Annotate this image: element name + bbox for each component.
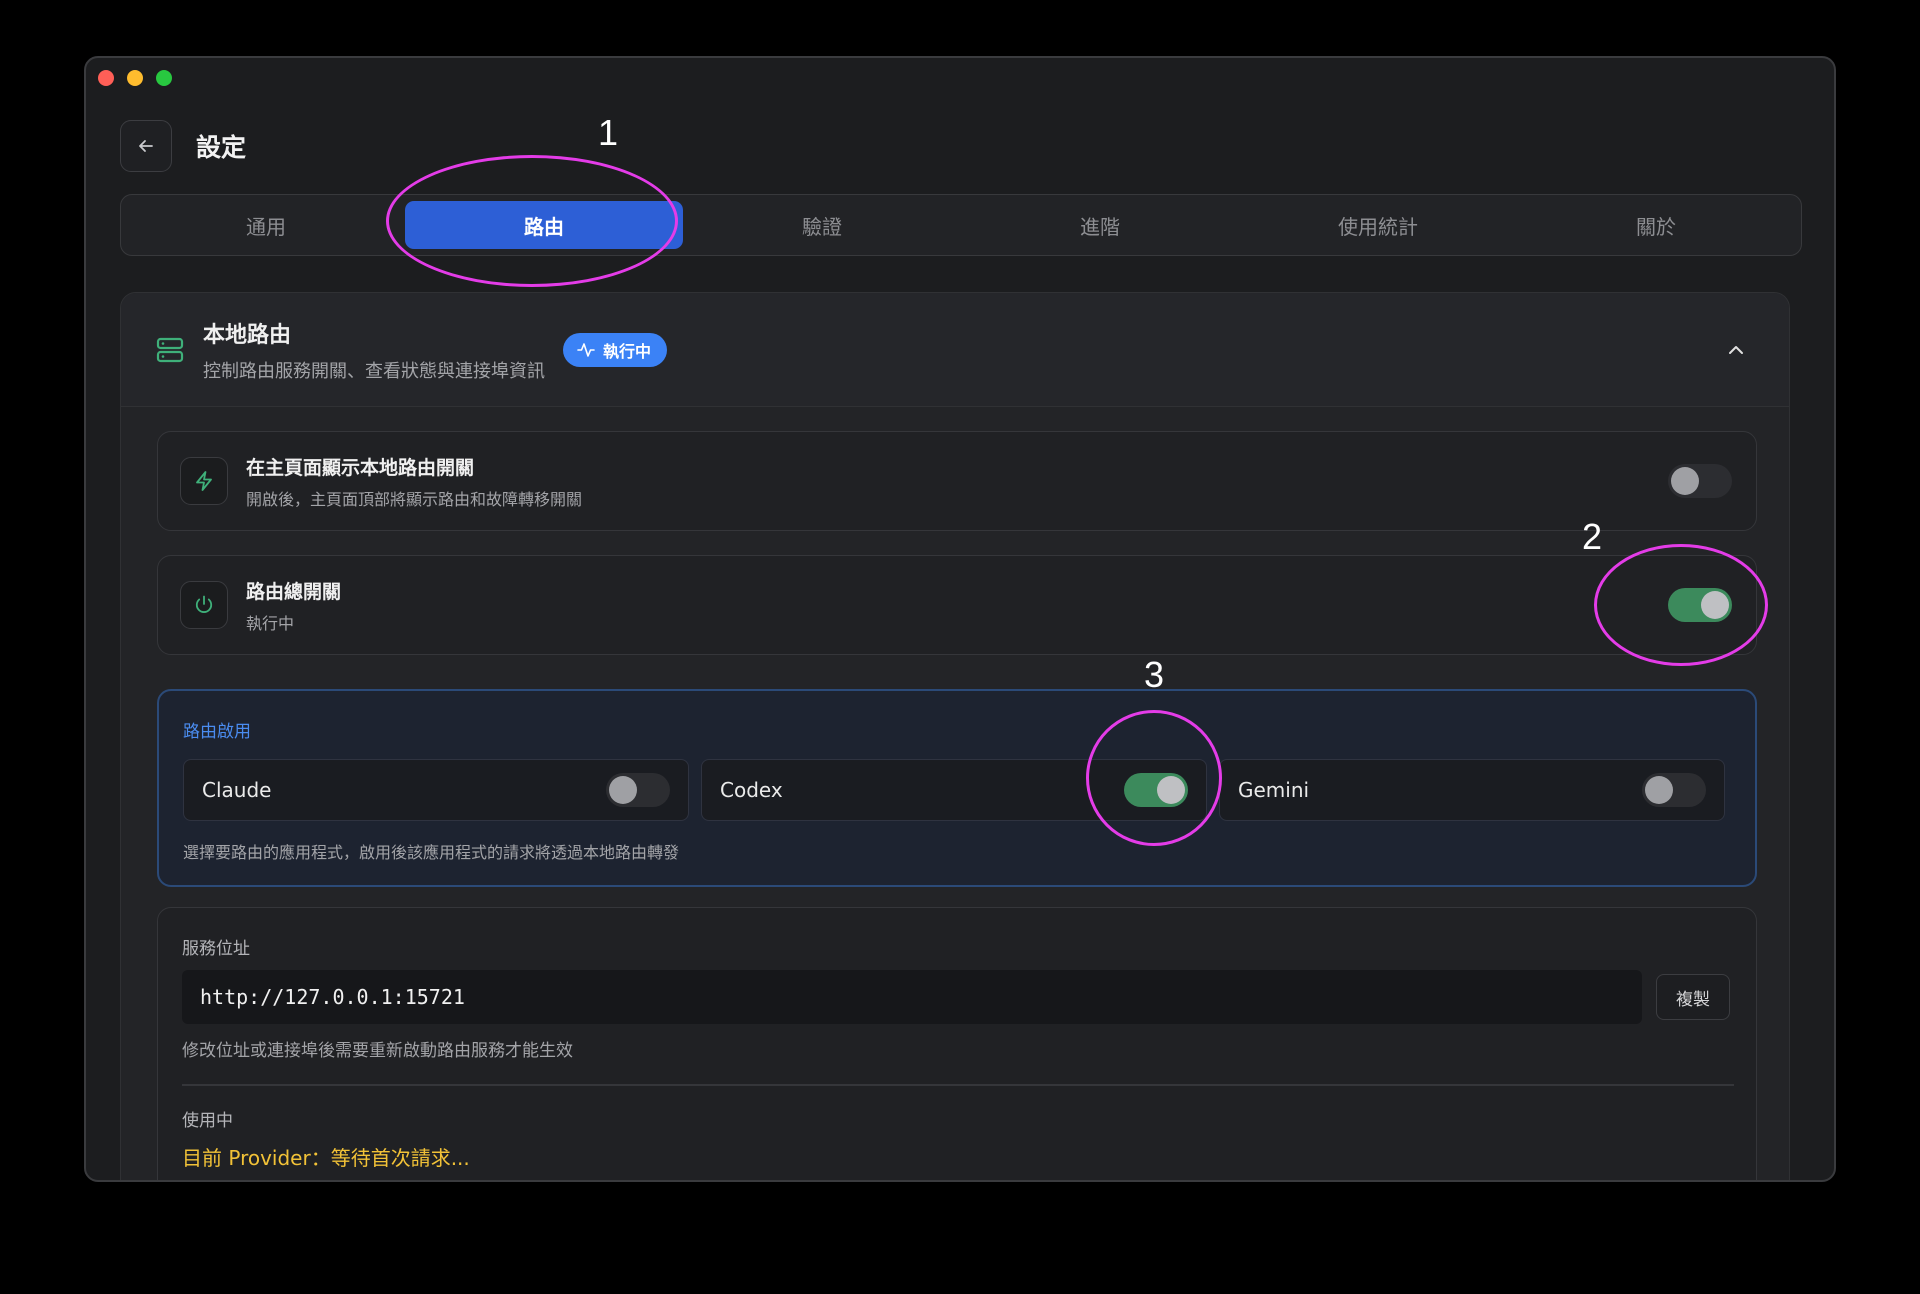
gemini-toggle[interactable]: [1642, 773, 1706, 807]
lightning-icon: [180, 457, 228, 505]
section-subtitle: 控制路由服務開關、查看狀態與連接埠資訊: [203, 360, 545, 382]
show-toggle-row: 在主頁面顯示本地路由開關 開啟後，主頁面頂部將顯示路由和故障轉移開關: [157, 431, 1757, 531]
app-name: Codex: [720, 778, 783, 802]
master-switch-row: 路由總開關 執行中: [157, 555, 1757, 655]
tab-bar: 通用 路由 驗證 進階 使用統計 關於: [120, 194, 1802, 256]
service-address-field[interactable]: http://127.0.0.1:15721: [182, 970, 1642, 1024]
annotation-ellipse-3: [1086, 710, 1222, 846]
section-text: 本地路由 控制路由服務開關、查看狀態與連接埠資訊: [203, 317, 545, 383]
annotation-label-1: 1: [598, 112, 619, 153]
service-address-label: 服務位址: [182, 939, 250, 959]
local-routing-card: 本地路由 控制路由服務開關、查看狀態與連接埠資訊 執行中 在主頁面顯示本地路由開…: [120, 292, 1790, 1180]
show-toggle-title: 在主頁面顯示本地路由開關: [246, 456, 475, 479]
screen: 設定 通用 路由 驗證 進階 使用統計 關於 本地路由 控制路由服務開關、查看狀…: [0, 0, 1920, 1294]
power-icon: [180, 581, 228, 629]
annotation-label-3: 3: [1144, 654, 1165, 695]
activity-icon: [577, 342, 595, 357]
window-controls: [98, 70, 172, 86]
tab-auth[interactable]: 驗證: [683, 201, 961, 249]
claude-toggle[interactable]: [606, 773, 670, 807]
annotation-ellipse-1: [386, 155, 678, 287]
app-routing-note: 選擇要路由的應用程式，啟用後該應用程式的請求將透過本地路由轉發: [183, 843, 680, 862]
app-routing-panel: 路由啟用 Claude Codex Gemini 選擇要路由的應用程式，啟用後該…: [157, 689, 1757, 887]
local-routing-header[interactable]: 本地路由 控制路由服務開關、查看狀態與連接埠資訊 執行中: [121, 293, 1789, 407]
close-window-button[interactable]: [98, 70, 114, 86]
current-provider-text: 目前 Provider：等待首次請求...: [182, 1146, 470, 1170]
app-routing-label: 路由啟用: [183, 722, 251, 742]
master-switch-title: 路由總開關: [246, 580, 342, 603]
annotation-ellipse-2: [1594, 544, 1768, 666]
tab-about[interactable]: 關於: [1517, 201, 1795, 249]
annotation-label-2: 2: [1582, 516, 1603, 557]
divider: [182, 1084, 1734, 1086]
app-tile-claude: Claude: [183, 759, 689, 821]
service-address-note: 修改位址或連接埠後需要重新啟動路由服務才能生效: [182, 1041, 573, 1061]
master-switch-subtitle: 執行中: [246, 613, 295, 633]
page-title: 設定: [196, 133, 247, 162]
header: 設定: [120, 120, 246, 172]
minimize-window-button[interactable]: [127, 70, 143, 86]
tab-advanced[interactable]: 進階: [961, 201, 1239, 249]
service-address-panel: 服務位址 http://127.0.0.1:15721 複製 修改位址或連接埠後…: [157, 907, 1757, 1180]
show-toggle-switch[interactable]: [1668, 464, 1732, 498]
zoom-window-button[interactable]: [156, 70, 172, 86]
arrow-left-icon: [139, 140, 153, 152]
app-name: Claude: [202, 778, 272, 802]
master-switch-text: 路由總開關 執行中: [246, 577, 341, 634]
settings-window: 設定 通用 路由 驗證 進階 使用統計 關於 本地路由 控制路由服務開關、查看狀…: [84, 56, 1836, 1182]
section-title: 本地路由: [203, 322, 292, 348]
app-tiles: Claude Codex Gemini: [183, 759, 1725, 821]
in-use-label: 使用中: [182, 1111, 233, 1131]
app-name: Gemini: [1238, 778, 1310, 802]
chevron-up-icon[interactable]: [1727, 341, 1745, 359]
copy-button[interactable]: 複製: [1656, 974, 1730, 1020]
show-toggle-subtitle: 開啟後，主頁面頂部將顯示路由和故障轉移開關: [246, 489, 583, 509]
server-icon: [156, 337, 184, 362]
status-badge: 執行中: [563, 332, 668, 367]
app-tile-gemini: Gemini: [1219, 759, 1725, 821]
status-badge-label: 執行中: [603, 341, 652, 361]
back-button[interactable]: [120, 120, 172, 172]
tab-general[interactable]: 通用: [127, 201, 405, 249]
tab-usage-stats[interactable]: 使用統計: [1239, 201, 1517, 249]
show-toggle-text: 在主頁面顯示本地路由開關 開啟後，主頁面頂部將顯示路由和故障轉移開關: [246, 453, 582, 510]
